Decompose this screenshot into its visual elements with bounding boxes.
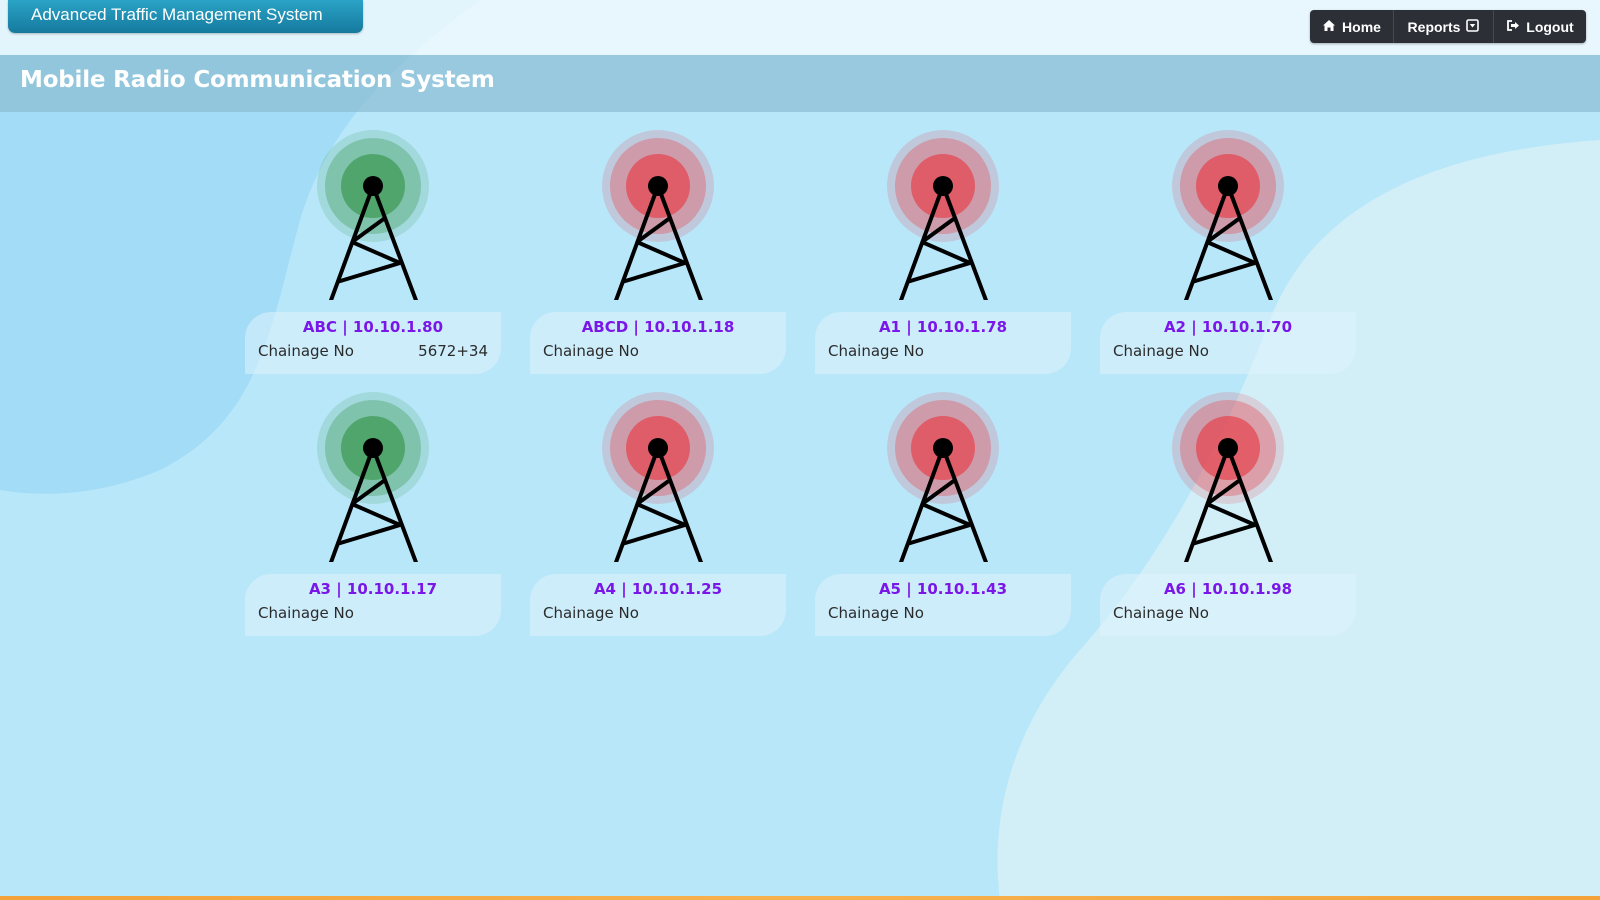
chainage-label: Chainage No	[258, 604, 354, 622]
reports-dropdown-button[interactable]: Reports	[1394, 10, 1494, 43]
device-tile[interactable]: A1 | 10.10.1.78 Chainage No	[815, 112, 1071, 374]
device-title: A6 | 10.10.1.98	[1163, 580, 1293, 598]
device-title: A4 | 10.10.1.25	[593, 580, 723, 598]
chainage-label: Chainage No	[258, 342, 354, 360]
radio-tower-icon	[317, 392, 429, 562]
chainage-label: Chainage No	[1113, 604, 1209, 622]
radio-tower-icon	[602, 130, 714, 300]
device-card: A3 | 10.10.1.17 Chainage No	[245, 574, 501, 636]
page-title: Mobile Radio Communication System	[20, 67, 495, 93]
device-title: A5 | 10.10.1.43	[878, 580, 1008, 598]
device-card: ABCD | 10.10.1.18 Chainage No	[530, 312, 786, 374]
chainage-label: Chainage No	[828, 342, 924, 360]
chainage-label: Chainage No	[543, 604, 639, 622]
device-tile[interactable]: A6 | 10.10.1.98 Chainage No	[1100, 374, 1356, 636]
radio-tower-icon	[602, 392, 714, 562]
home-button[interactable]: Home	[1310, 10, 1394, 43]
device-title: A2 | 10.10.1.70	[1163, 318, 1293, 336]
page-title-bar: Mobile Radio Communication System	[0, 55, 1600, 112]
radio-tower-icon	[887, 392, 999, 562]
radio-tower-icon	[887, 130, 999, 300]
logout-label: Logout	[1526, 18, 1574, 35]
app-title: Advanced Traffic Management System	[8, 0, 363, 33]
device-tile[interactable]: ABC | 10.10.1.80 Chainage No 5672+34	[245, 112, 501, 374]
footer-bar	[0, 896, 1600, 900]
radio-tower-icon	[317, 130, 429, 300]
device-tile[interactable]: A2 | 10.10.1.70 Chainage No	[1100, 112, 1356, 374]
device-title: A3 | 10.10.1.17	[308, 580, 438, 598]
chainage-label: Chainage No	[828, 604, 924, 622]
caret-square-down-icon	[1466, 19, 1480, 34]
device-card: A2 | 10.10.1.70 Chainage No	[1100, 312, 1356, 374]
nav-menu: Home Reports Logout	[1310, 10, 1586, 43]
radio-tower-icon	[1172, 130, 1284, 300]
device-tile[interactable]: A5 | 10.10.1.43 Chainage No	[815, 374, 1071, 636]
device-card: ABC | 10.10.1.80 Chainage No 5672+34	[245, 312, 501, 374]
device-tile[interactable]: A4 | 10.10.1.25 Chainage No	[530, 374, 786, 636]
device-card: A6 | 10.10.1.98 Chainage No	[1100, 574, 1356, 636]
device-title: ABC | 10.10.1.80	[302, 318, 444, 336]
device-card: A4 | 10.10.1.25 Chainage No	[530, 574, 786, 636]
device-grid: ABC | 10.10.1.80 Chainage No 5672+34 ABC…	[0, 112, 1600, 672]
chainage-label: Chainage No	[543, 342, 639, 360]
top-bar: Advanced Traffic Management System Home …	[0, 0, 1600, 55]
device-card: A1 | 10.10.1.78 Chainage No	[815, 312, 1071, 374]
radio-tower-icon	[1172, 392, 1284, 562]
chainage-label: Chainage No	[1113, 342, 1209, 360]
device-title: A1 | 10.10.1.78	[878, 318, 1008, 336]
sign-out-icon	[1506, 19, 1520, 34]
device-title: ABCD | 10.10.1.18	[581, 318, 735, 336]
reports-label: Reports	[1407, 18, 1461, 35]
device-card: A5 | 10.10.1.43 Chainage No	[815, 574, 1071, 636]
device-tile[interactable]: ABCD | 10.10.1.18 Chainage No	[530, 112, 786, 374]
logout-button[interactable]: Logout	[1494, 10, 1586, 43]
device-tile[interactable]: A3 | 10.10.1.17 Chainage No	[245, 374, 501, 636]
chainage-value: 5672+34	[418, 342, 488, 360]
home-icon	[1322, 19, 1336, 34]
home-label: Home	[1342, 18, 1381, 35]
